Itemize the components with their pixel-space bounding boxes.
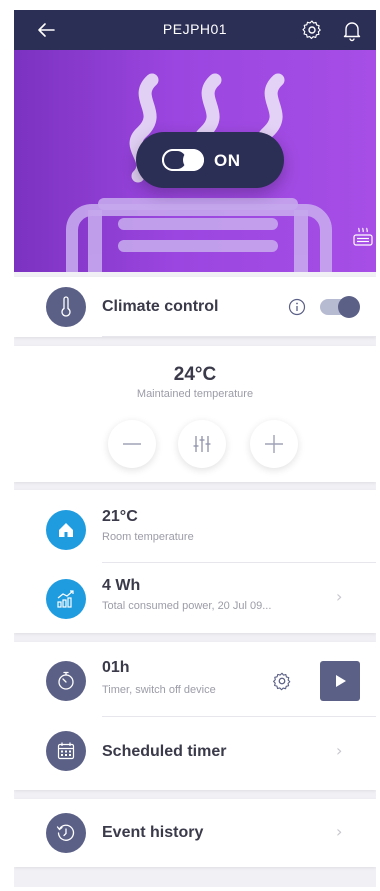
minus-icon bbox=[123, 443, 141, 445]
power-switch bbox=[162, 149, 204, 171]
notifications-button[interactable] bbox=[340, 18, 364, 42]
climate-control-toggle[interactable] bbox=[320, 296, 360, 318]
power-toggle[interactable]: ON bbox=[136, 132, 284, 188]
increase-temperature-button[interactable] bbox=[250, 420, 298, 468]
home-badge bbox=[46, 510, 86, 550]
chart-badge bbox=[46, 579, 86, 619]
scheduled-timer-row[interactable]: Scheduled timer › bbox=[14, 717, 376, 790]
chevron-right-icon: › bbox=[336, 587, 343, 606]
climate-control-label: Climate control bbox=[102, 298, 219, 315]
stopwatch-badge bbox=[46, 661, 86, 701]
toggle-knob bbox=[338, 296, 360, 318]
temperature-settings-button[interactable] bbox=[178, 420, 226, 468]
divider bbox=[102, 336, 376, 337]
history-badge bbox=[46, 813, 86, 853]
calendar-icon bbox=[57, 742, 75, 760]
start-timer-button[interactable] bbox=[320, 661, 360, 701]
power-consumption-row[interactable]: 4 Wh Total consumed power, 20 Jul 09... … bbox=[14, 563, 376, 633]
plus-icon bbox=[265, 435, 283, 453]
chevron-right-icon: › bbox=[336, 741, 343, 760]
home-icon bbox=[59, 523, 73, 537]
decrease-temperature-button[interactable] bbox=[108, 420, 156, 468]
top-bar: PEJPH01 bbox=[14, 10, 376, 50]
power-consumption-value: 4 Wh bbox=[102, 577, 141, 594]
history-icon bbox=[56, 824, 75, 841]
room-temperature-label: Room temperature bbox=[102, 531, 194, 543]
gear-icon bbox=[302, 20, 321, 40]
temperature-panel: 24°C Maintained temperature bbox=[14, 346, 376, 482]
maintained-temperature-value: 24°C bbox=[173, 364, 217, 385]
sliders-icon bbox=[193, 436, 211, 452]
event-history-row[interactable]: Event history › bbox=[14, 799, 376, 867]
thermometer-icon bbox=[61, 296, 71, 317]
chevron-right-icon: › bbox=[336, 822, 343, 841]
settings-button[interactable] bbox=[300, 18, 324, 42]
calendar-badge bbox=[46, 731, 86, 771]
timer-label: Timer, switch off device bbox=[102, 684, 216, 696]
thermometer-badge bbox=[46, 287, 86, 327]
scheduled-timer-label: Scheduled timer bbox=[102, 743, 227, 760]
timer-card: 01h Timer, switch off device Scheduled t… bbox=[14, 642, 376, 790]
climate-control-card: Climate control bbox=[14, 277, 376, 337]
sensor-card: 21°C Room temperature 4 Wh Total consume… bbox=[14, 490, 376, 633]
timer-settings-icon[interactable] bbox=[271, 670, 293, 692]
chart-icon bbox=[57, 590, 74, 608]
room-temperature-value: 21°C bbox=[102, 508, 138, 525]
device-hero: ON bbox=[14, 50, 376, 272]
play-icon bbox=[336, 675, 346, 687]
heater-icon bbox=[353, 227, 373, 246]
power-consumption-label: Total consumed power, 20 Jul 09... bbox=[102, 600, 272, 612]
bell-icon bbox=[343, 22, 361, 42]
switch-graphic bbox=[162, 149, 204, 171]
power-state-label: ON bbox=[214, 151, 241, 170]
info-icon[interactable] bbox=[288, 298, 306, 316]
maintained-temperature-label: Maintained temperature bbox=[136, 388, 254, 400]
stopwatch-icon bbox=[58, 671, 74, 690]
event-history-label: Event history bbox=[102, 824, 204, 841]
app-screen: PEJPH01 ON Climate control 24°C Maintain… bbox=[14, 10, 376, 887]
timer-value: 01h bbox=[102, 659, 130, 676]
